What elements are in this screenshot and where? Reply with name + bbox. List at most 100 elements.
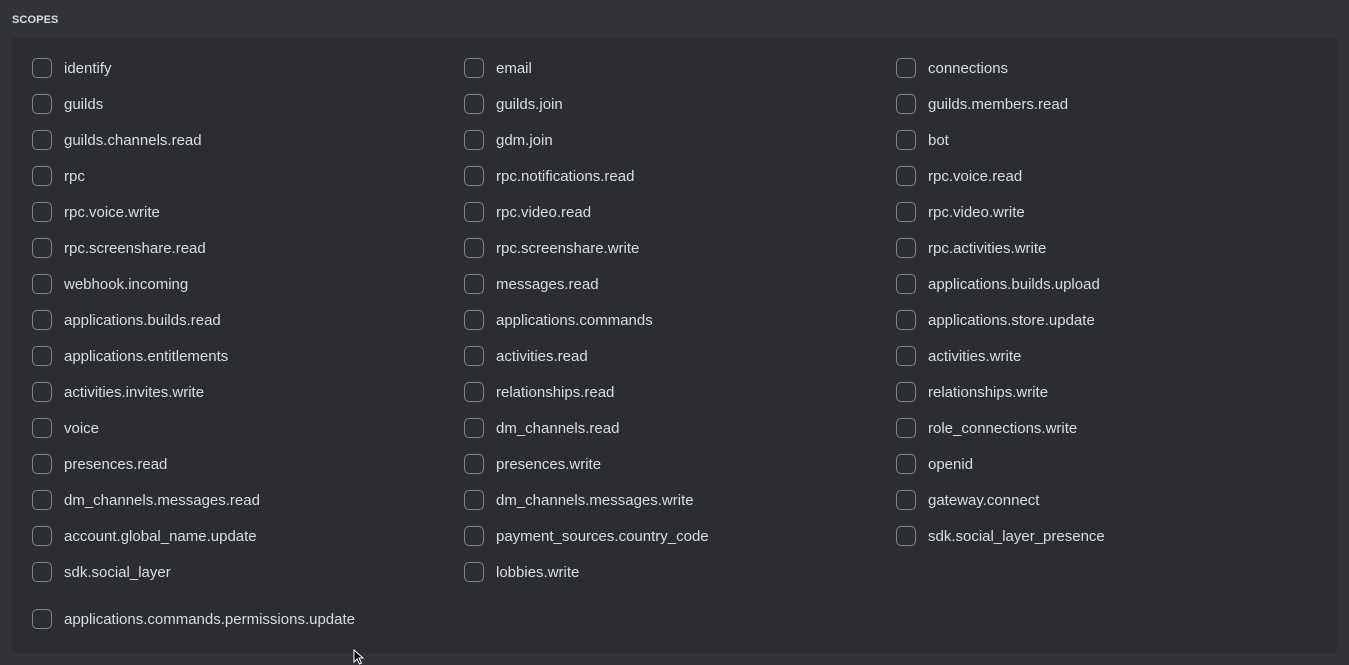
- checkbox[interactable]: [32, 382, 52, 402]
- checkbox[interactable]: [32, 94, 52, 114]
- scope-item-rpc-screenshare-write[interactable]: rpc.screenshare.write: [464, 230, 896, 266]
- checkbox[interactable]: [32, 562, 52, 582]
- checkbox[interactable]: [32, 526, 52, 546]
- checkbox[interactable]: [896, 454, 916, 474]
- checkbox[interactable]: [32, 418, 52, 438]
- scope-item-applications-builds-upload[interactable]: applications.builds.upload: [896, 266, 1328, 302]
- checkbox[interactable]: [32, 310, 52, 330]
- scope-item-applications-store-update[interactable]: applications.store.update: [896, 302, 1328, 338]
- checkbox[interactable]: [896, 58, 916, 78]
- checkbox[interactable]: [32, 490, 52, 510]
- scope-item-rpc-activities-write[interactable]: rpc.activities.write: [896, 230, 1328, 266]
- scope-item-relationships-read[interactable]: relationships.read: [464, 374, 896, 410]
- checkbox[interactable]: [464, 166, 484, 186]
- checkbox[interactable]: [464, 238, 484, 258]
- checkbox[interactable]: [896, 238, 916, 258]
- scope-item-gdm-join[interactable]: gdm.join: [464, 122, 896, 158]
- checkbox[interactable]: [896, 418, 916, 438]
- checkbox[interactable]: [464, 526, 484, 546]
- scope-item-rpc-video-write[interactable]: rpc.video.write: [896, 194, 1328, 230]
- checkbox[interactable]: [32, 454, 52, 474]
- scope-label: payment_sources.country_code: [496, 527, 709, 545]
- checkbox[interactable]: [464, 418, 484, 438]
- scope-item-bot[interactable]: bot: [896, 122, 1328, 158]
- checkbox[interactable]: [32, 346, 52, 366]
- scope-item-rpc-screenshare-read[interactable]: rpc.screenshare.read: [32, 230, 464, 266]
- scope-item-messages-read[interactable]: messages.read: [464, 266, 896, 302]
- scope-item-guilds[interactable]: guilds: [32, 86, 464, 122]
- scope-item-email[interactable]: email: [464, 50, 896, 86]
- scope-label: rpc.voice.write: [64, 203, 160, 221]
- checkbox[interactable]: [896, 166, 916, 186]
- checkbox[interactable]: [464, 490, 484, 510]
- scope-item-connections[interactable]: connections: [896, 50, 1328, 86]
- scope-label: lobbies.write: [496, 563, 580, 581]
- scope-item-openid[interactable]: openid: [896, 446, 1328, 482]
- scope-item-sdk-social-layer-presence[interactable]: sdk.social_layer_presence: [896, 518, 1328, 554]
- scope-item-activities-write[interactable]: activities.write: [896, 338, 1328, 374]
- checkbox[interactable]: [32, 58, 52, 78]
- checkbox[interactable]: [896, 274, 916, 294]
- checkbox[interactable]: [464, 58, 484, 78]
- checkbox[interactable]: [464, 454, 484, 474]
- checkbox[interactable]: [896, 94, 916, 114]
- checkbox[interactable]: [896, 526, 916, 546]
- scope-item-presences-write[interactable]: presences.write: [464, 446, 896, 482]
- scope-item-gateway-connect[interactable]: gateway.connect: [896, 482, 1328, 518]
- checkbox[interactable]: [32, 202, 52, 222]
- checkbox[interactable]: [896, 490, 916, 510]
- scope-label: account.global_name.update: [64, 527, 257, 545]
- scope-item-identify[interactable]: identify: [32, 50, 464, 86]
- scope-item-applications-commands[interactable]: applications.commands: [464, 302, 896, 338]
- scope-item-rpc-voice-read[interactable]: rpc.voice.read: [896, 158, 1328, 194]
- checkbox[interactable]: [464, 382, 484, 402]
- scope-item-lobbies-write[interactable]: lobbies.write: [464, 554, 896, 590]
- scope-item-voice[interactable]: voice: [32, 410, 464, 446]
- checkbox[interactable]: [464, 274, 484, 294]
- checkbox[interactable]: [464, 202, 484, 222]
- checkbox[interactable]: [896, 130, 916, 150]
- checkbox[interactable]: [464, 130, 484, 150]
- scope-item-webhook-incoming[interactable]: webhook.incoming: [32, 266, 464, 302]
- scope-item-applications-builds-read[interactable]: applications.builds.read: [32, 302, 464, 338]
- scope-item-role-connections-write[interactable]: role_connections.write: [896, 410, 1328, 446]
- checkbox[interactable]: [464, 94, 484, 114]
- scope-item-dm-channels-messages-write[interactable]: dm_channels.messages.write: [464, 482, 896, 518]
- scope-label: applications.commands: [496, 311, 653, 329]
- checkbox[interactable]: [32, 274, 52, 294]
- scope-item-guilds-channels-read[interactable]: guilds.channels.read: [32, 122, 464, 158]
- scope-label: rpc.notifications.read: [496, 167, 635, 185]
- scope-item-presences-read[interactable]: presences.read: [32, 446, 464, 482]
- checkbox[interactable]: [32, 609, 52, 629]
- scope-item-activities-read[interactable]: activities.read: [464, 338, 896, 374]
- checkbox[interactable]: [464, 310, 484, 330]
- scope-item-rpc-voice-write[interactable]: rpc.voice.write: [32, 194, 464, 230]
- scope-item-dm-channels-read[interactable]: dm_channels.read: [464, 410, 896, 446]
- checkbox[interactable]: [896, 346, 916, 366]
- scope-item-activities-invites-write[interactable]: activities.invites.write: [32, 374, 464, 410]
- scope-item-account-global-name-update[interactable]: account.global_name.update: [32, 518, 464, 554]
- scope-label: rpc.screenshare.read: [64, 239, 206, 257]
- scopes-panel: identify email connections guilds guilds.joi…: [12, 38, 1337, 653]
- checkbox[interactable]: [464, 562, 484, 582]
- checkbox[interactable]: [464, 346, 484, 366]
- scope-item-rpc[interactable]: rpc: [32, 158, 464, 194]
- scope-item-applications-commands-permissions-update[interactable]: applications.commands.permissions.update: [32, 601, 355, 637]
- scope-item-guilds-join[interactable]: guilds.join: [464, 86, 896, 122]
- scope-label: sdk.social_layer_presence: [928, 527, 1105, 545]
- scope-item-sdk-social-layer[interactable]: sdk.social_layer: [32, 554, 464, 590]
- scope-item-payment-sources-country-code[interactable]: payment_sources.country_code: [464, 518, 896, 554]
- scope-item-guilds-members-read[interactable]: guilds.members.read: [896, 86, 1328, 122]
- scope-item-dm-channels-messages-read[interactable]: dm_channels.messages.read: [32, 482, 464, 518]
- scope-item-relationships-write[interactable]: relationships.write: [896, 374, 1328, 410]
- scope-label: guilds.members.read: [928, 95, 1069, 113]
- scope-item-applications-entitlements[interactable]: applications.entitlements: [32, 338, 464, 374]
- checkbox[interactable]: [896, 202, 916, 222]
- checkbox[interactable]: [896, 310, 916, 330]
- scope-item-rpc-notifications-read[interactable]: rpc.notifications.read: [464, 158, 896, 194]
- checkbox[interactable]: [896, 382, 916, 402]
- checkbox[interactable]: [32, 130, 52, 150]
- checkbox[interactable]: [32, 166, 52, 186]
- checkbox[interactable]: [32, 238, 52, 258]
- scope-item-rpc-video-read[interactable]: rpc.video.read: [464, 194, 896, 230]
